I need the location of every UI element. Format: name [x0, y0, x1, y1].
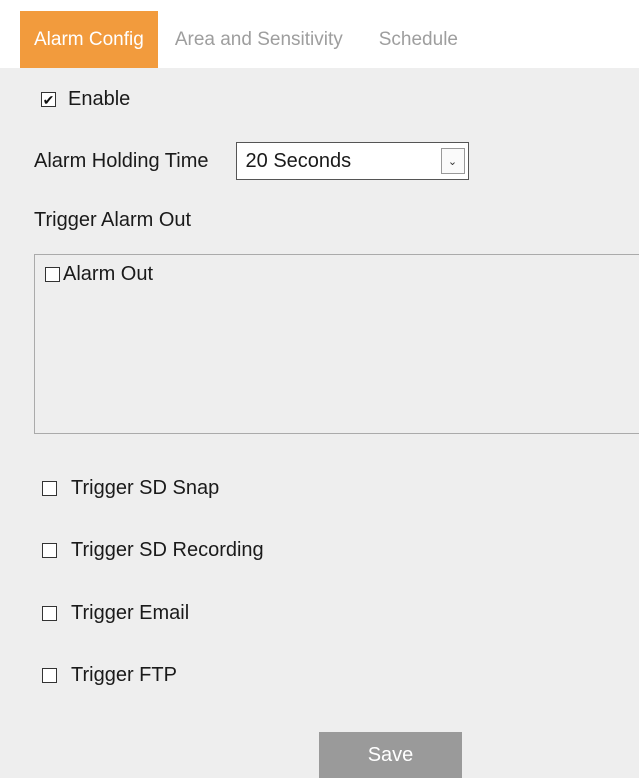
trigger-sd-recording-row: Trigger SD Recording	[42, 539, 264, 562]
tab-bar: Alarm Config Area and Sensitivity Schedu…	[0, 0, 639, 68]
trigger-sd-snap-label: Trigger SD Snap	[71, 477, 220, 499]
alarm-out-checkbox[interactable]	[45, 267, 60, 282]
enable-row: ✔ Enable	[41, 88, 130, 111]
alarm-out-label: Alarm Out	[63, 263, 154, 285]
alarm-holding-time-value: 20 Seconds	[245, 149, 352, 172]
enable-checkbox[interactable]: ✔	[41, 92, 56, 107]
trigger-ftp-row: Trigger FTP	[42, 664, 177, 687]
alarm-out-list: Alarm Out	[34, 254, 639, 434]
trigger-sd-recording-checkbox[interactable]	[42, 543, 57, 558]
tab-alarm-config[interactable]: Alarm Config	[20, 11, 158, 68]
trigger-ftp-checkbox[interactable]	[42, 668, 57, 683]
trigger-email-label: Trigger Email	[71, 602, 190, 624]
trigger-email-checkbox[interactable]	[42, 606, 57, 621]
alarm-holding-time-select[interactable]: 20 Seconds ⌄	[235, 142, 469, 180]
tabs: Alarm Config Area and Sensitivity Schedu…	[20, 11, 474, 68]
alarm-out-item: Alarm Out	[45, 263, 153, 286]
trigger-alarm-out-title: Trigger Alarm Out	[34, 209, 192, 231]
trigger-sd-recording-label: Trigger SD Recording	[71, 539, 264, 561]
tab-schedule[interactable]: Schedule	[359, 11, 474, 68]
trigger-sd-snap-row: Trigger SD Snap	[42, 477, 219, 500]
enable-label: Enable	[68, 88, 131, 110]
alarm-holding-time-row: Alarm Holding Time 20 Seconds ⌄	[34, 142, 469, 180]
trigger-email-row: Trigger Email	[42, 602, 189, 625]
chevron-down-icon[interactable]: ⌄	[440, 148, 465, 174]
trigger-ftp-label: Trigger FTP	[71, 664, 177, 686]
alarm-holding-time-label: Alarm Holding Time	[34, 149, 209, 172]
save-button[interactable]: Save	[319, 732, 462, 778]
tab-area-and-sensitivity[interactable]: Area and Sensitivity	[175, 11, 359, 68]
trigger-sd-snap-checkbox[interactable]	[42, 481, 57, 496]
